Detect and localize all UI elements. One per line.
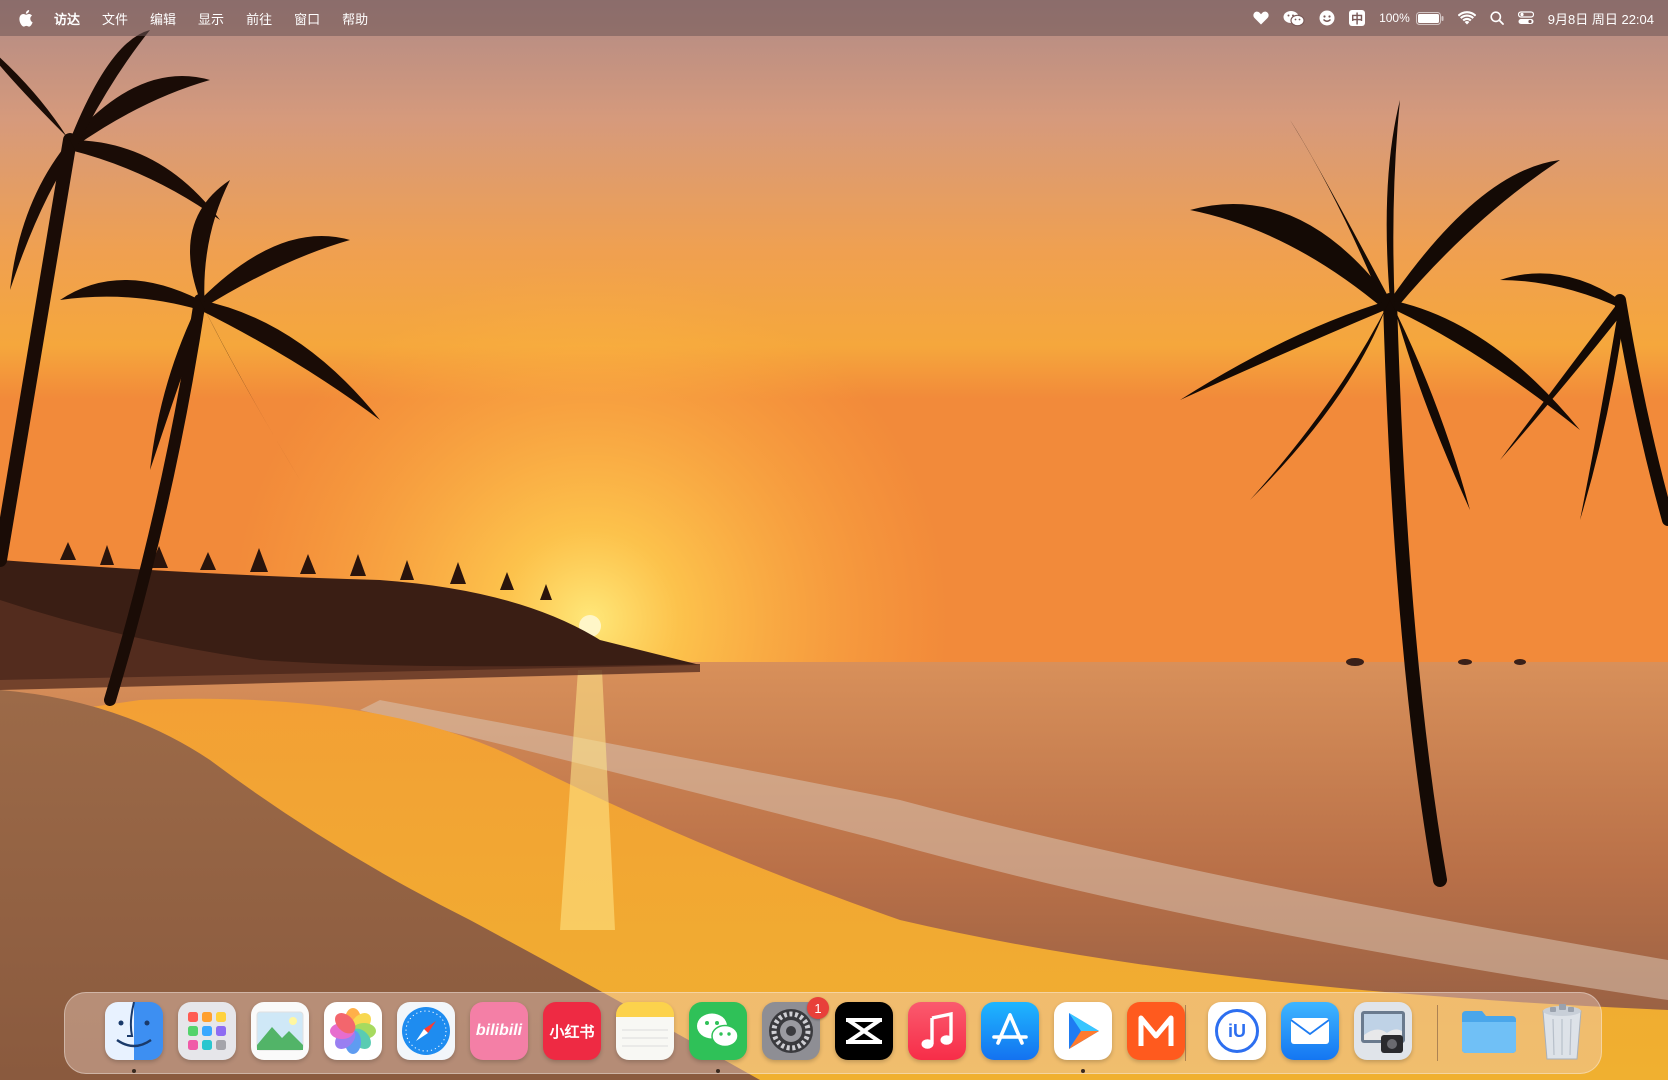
smile-icon[interactable] xyxy=(1319,10,1335,26)
running-indicator xyxy=(1081,1069,1085,1073)
dock-safari-icon[interactable] xyxy=(397,1002,455,1060)
dock-bilibili-icon[interactable]: bilibili xyxy=(470,1002,528,1060)
dock-folder-icon[interactable] xyxy=(1460,1002,1518,1060)
netdisk-label: iU xyxy=(1215,1009,1259,1053)
search-icon[interactable] xyxy=(1490,10,1504,26)
dock-baidu-netdisk-icon[interactable]: iU xyxy=(1208,1002,1266,1060)
dock-capcut-icon[interactable] xyxy=(835,1002,893,1060)
wifi-icon[interactable] xyxy=(1457,10,1476,26)
menu-window[interactable]: 窗口 xyxy=(294,9,320,28)
notification-badge: 1 xyxy=(807,997,829,1019)
dock-xiaohongshu-icon[interactable]: 小红书 xyxy=(543,1002,601,1060)
battery-icon xyxy=(1415,11,1444,25)
dock-music-icon[interactable] xyxy=(908,1002,966,1060)
dock-trash-icon[interactable] xyxy=(1533,1002,1591,1060)
dock-separator xyxy=(1185,1005,1186,1061)
dock-photos-icon[interactable] xyxy=(324,1002,382,1060)
dock-separator xyxy=(1437,1005,1438,1061)
dock: bilibili 小红书 1 iU xyxy=(64,992,1602,1074)
xiaohongshu-label: 小红书 xyxy=(549,1023,595,1041)
menu-clock[interactable]: 9月8日 周日 22:04 xyxy=(1548,9,1654,28)
dock-screenshot-app-icon[interactable] xyxy=(1354,1002,1412,1060)
menu-help[interactable]: 帮助 xyxy=(342,9,368,28)
dock-mango-tv-icon[interactable] xyxy=(1127,1002,1185,1060)
wechat-icon[interactable] xyxy=(1283,10,1305,26)
menu-go[interactable]: 前往 xyxy=(246,9,272,28)
control-center-icon[interactable] xyxy=(1517,10,1534,26)
dock-notes-icon[interactable] xyxy=(616,1002,674,1060)
bilibili-label: bilibili xyxy=(475,1022,523,1039)
dock-wechat-icon[interactable] xyxy=(689,1002,747,1060)
input-method-icon[interactable]: 中 xyxy=(1349,10,1366,26)
dock-infuse-icon[interactable] xyxy=(1054,1002,1112,1060)
dock-app-store-icon[interactable] xyxy=(981,1002,1039,1060)
apple-logo-icon[interactable] xyxy=(18,9,34,27)
running-indicator xyxy=(132,1069,136,1073)
desktop-wallpaper xyxy=(0,0,1668,1080)
dock-mail-icon[interactable] xyxy=(1281,1002,1339,1060)
battery-percent: 100% xyxy=(1379,11,1410,25)
battery-status[interactable]: 100% xyxy=(1379,10,1444,26)
heart-icon[interactable] xyxy=(1253,10,1269,26)
dock-finder-icon[interactable] xyxy=(105,1002,163,1060)
menu-view[interactable]: 显示 xyxy=(198,9,224,28)
running-indicator xyxy=(716,1069,720,1073)
dock-launchpad-icon[interactable] xyxy=(178,1002,236,1060)
menu-edit[interactable]: 编辑 xyxy=(150,9,176,28)
menu-file[interactable]: 文件 xyxy=(102,9,128,28)
menu-bar: 访达 文件 编辑 显示 前往 窗口 帮助 中 100% 9月8日 周日 22:0… xyxy=(0,0,1668,36)
menu-app-name[interactable]: 访达 xyxy=(54,9,80,28)
dock-preview-icon[interactable] xyxy=(251,1002,309,1060)
input-method-label: 中 xyxy=(1349,10,1366,26)
